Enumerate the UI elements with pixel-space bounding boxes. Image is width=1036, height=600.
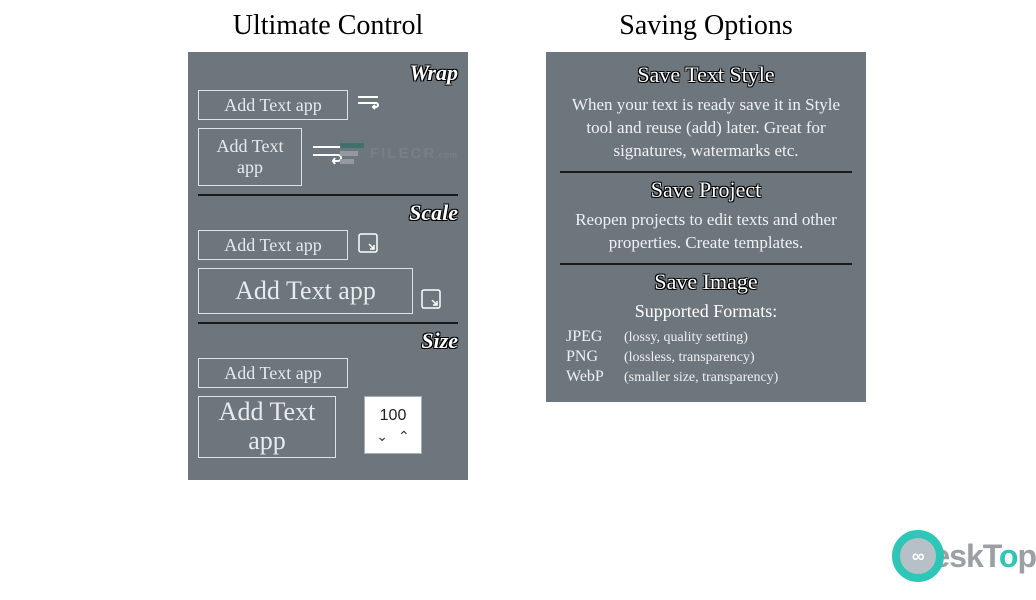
saving-options-panel: Save Text Style When your text is ready … [546,52,866,402]
scale-icon-large[interactable] [419,287,443,316]
format-row-png: PNG (lossless, transparency) [560,348,852,366]
size-sample-small[interactable]: Add Text app [198,358,348,388]
size-row-2: Add Text app 100 ⌄ ⌃ [198,396,458,458]
format-row-webp: WebP (smaller size, transparency) [560,368,852,386]
ultimate-control-panel: Wrap Add Text app Add Text app Scale Add… [188,52,468,480]
format-name: PNG [566,348,614,366]
format-note: (lossy, quality setting) [624,330,748,346]
format-note: (lossless, transparency) [624,350,755,366]
supported-formats-label: Supported Formats: [560,301,852,322]
scale-sample-small[interactable]: Add Text app [198,230,348,260]
divider-1 [198,194,458,196]
save-text-style-desc: When your text is ready save it in Style… [560,94,852,163]
format-name: WebP [566,368,614,386]
saving-options-column: Saving Options Save Text Style When your… [546,10,866,480]
ultimate-control-column: Ultimate Control Wrap Add Text app Add T… [170,10,486,480]
size-spinner[interactable]: 100 ⌄ ⌃ [364,396,422,454]
save-project-desc: Reopen projects to edit texts and other … [560,209,852,255]
saving-options-title: Saving Options [619,10,792,42]
scale-icon-small[interactable] [356,231,380,260]
wrap-sample-wrapped[interactable]: Add Text app [198,128,302,186]
scale-row-2: Add Text app [198,268,458,314]
wrap-row-1: Add Text app [198,90,458,120]
divider-r1 [560,171,852,173]
wrap-icon[interactable] [356,93,380,118]
spinner-up-icon[interactable]: ⌃ [398,429,410,443]
divider-r2 [560,263,852,265]
spinner-down-icon[interactable]: ⌄ [376,429,388,443]
wrap-row-2: Add Text app [198,128,458,186]
desktop-text: eskTop [932,538,1036,575]
scale-row-1: Add Text app [198,230,458,260]
ultimate-control-title: Ultimate Control [233,10,424,42]
wrap-icon-large[interactable] [310,141,344,174]
save-image-header: Save Image [560,269,852,295]
wrap-label: Wrap [198,60,458,86]
scale-sample-large[interactable]: Add Text app [198,268,413,314]
wrap-sample-small[interactable]: Add Text app [198,90,348,120]
size-row-1: Add Text app [198,358,458,388]
size-sample-large[interactable]: Add Text app [198,396,336,458]
size-spinner-value: 100 [380,407,407,425]
format-note: (smaller size, transparency) [624,370,778,386]
desktop-watermark: ∞ eskTop [892,530,1036,582]
format-name: JPEG [566,328,614,346]
size-label: Size [198,328,458,354]
save-project-header: Save Project [560,177,852,203]
scale-label: Scale [198,200,458,226]
desktop-ring-icon: ∞ [892,530,944,582]
divider-2 [198,322,458,324]
save-text-style-header: Save Text Style [560,62,852,88]
format-row-jpeg: JPEG (lossy, quality setting) [560,328,852,346]
